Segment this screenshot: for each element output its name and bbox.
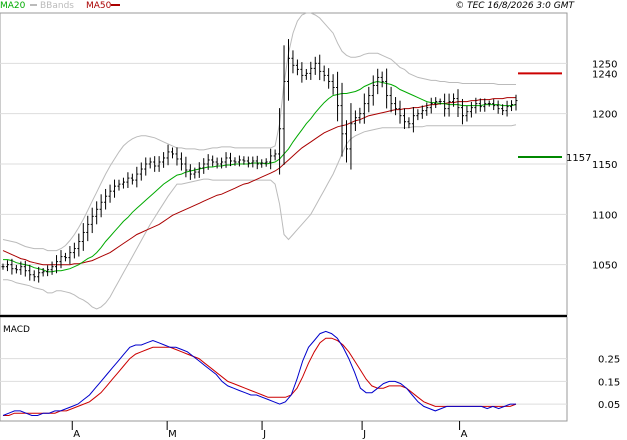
x-axis-tick-label: J — [362, 429, 366, 440]
macd-tick-label: 0.05 — [598, 400, 620, 411]
macd-tick-label: 0.15 — [598, 377, 620, 388]
price-tick-label: 1200 — [592, 110, 617, 121]
macd-title: MACD — [3, 325, 30, 335]
macd-tick-labels: 0.25 0.15 0.05 — [598, 355, 620, 411]
copyright-text: © TEC 16/8/2026 3:0 GMT — [455, 1, 575, 11]
legend-ma20-label: MA20 — [0, 1, 26, 11]
support-label: 1157 — [566, 153, 591, 164]
price-tick-label: 1050 — [592, 261, 617, 272]
stock-chart: 10501100115012001250 12401157 MA20 BBand… — [0, 0, 627, 440]
macd-tick-label: 0.25 — [598, 355, 620, 366]
x-axis-tick-label: J — [262, 429, 266, 440]
macd-panel: MACD 0.25 0.15 0.05 — [0, 315, 620, 422]
x-axis-tick-label: A — [73, 429, 80, 440]
legend-bbands-label: BBands — [40, 1, 74, 11]
resistance-label: 1240 — [592, 69, 617, 80]
macd-plot-area — [0, 316, 568, 422]
price-tick-label: 1150 — [592, 160, 617, 171]
price-tick-label: 1100 — [592, 210, 617, 221]
x-axis-tick-label: M — [168, 429, 177, 440]
legend-ma50-label: MA50 — [86, 1, 112, 11]
price-panel: 10501100115012001250 12401157 — [0, 12, 617, 316]
x-axis-tick-label: A — [461, 429, 468, 440]
